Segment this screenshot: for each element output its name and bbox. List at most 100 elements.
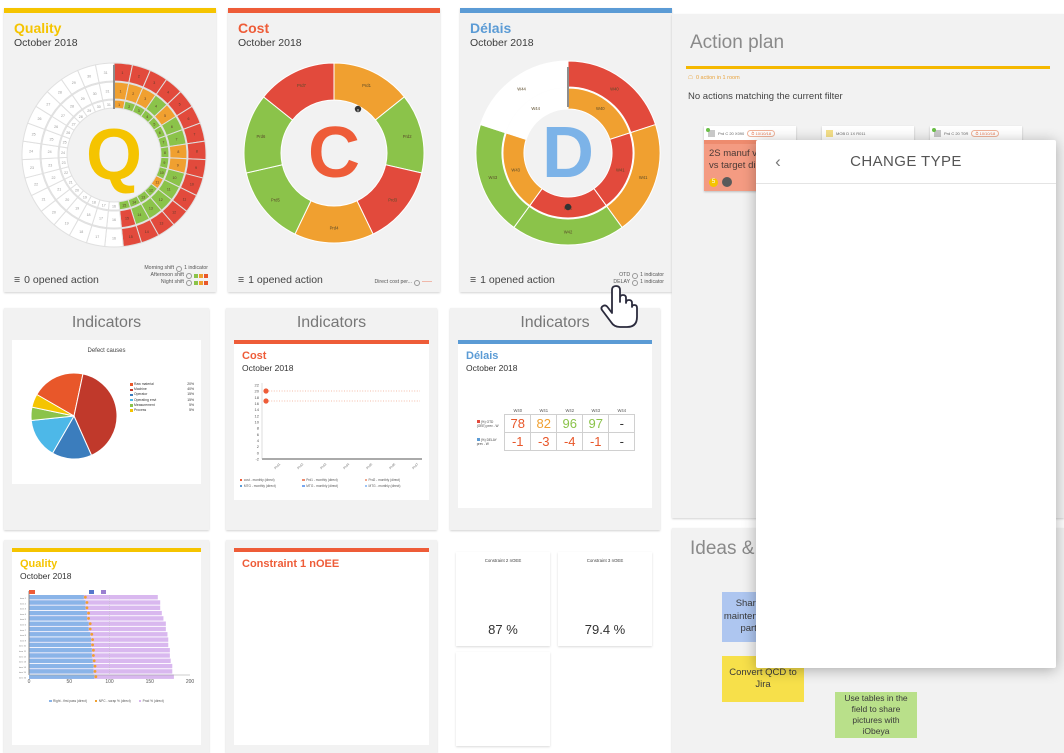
- svg-text:4: 4: [167, 91, 169, 95]
- indicator-icon: [186, 272, 192, 279]
- legend-item: Process 5%: [130, 408, 194, 413]
- delais-table-chart[interactable]: Délais October 2018 W40 W41 W42 W43 W44 (%) O…: [458, 340, 652, 508]
- svg-text:Prd6: Prd6: [388, 462, 396, 470]
- cost-radial-chart[interactable]: Prd1 Prd2 Prd3 Prd4 Prd5 Prd6 Prd7 0 C: [238, 57, 430, 249]
- indicator-icon: [414, 279, 420, 286]
- indicators-delais-card[interactable]: Indicators Délais October 2018 W40 W41 W42…: [450, 308, 660, 530]
- legend-item: Direct cost per... ——: [374, 279, 432, 286]
- svg-text:14: 14: [145, 230, 149, 234]
- svg-text:29: 29: [87, 109, 91, 113]
- svg-text:Prd2: Prd2: [296, 462, 304, 470]
- gauge-card-2[interactable]: Constraint 3 nOEE 79.4 %: [558, 552, 652, 646]
- svg-text:0: 0: [28, 679, 31, 685]
- delais-radial-chart[interactable]: W40W41W42W43W44 W40W41W42W43W44 D: [470, 55, 666, 251]
- line-chart-legend: cost - monthly (direct) Prd1 - monthly (d…: [234, 476, 429, 490]
- mini-card-subtitle: October 2018: [466, 363, 518, 373]
- legend-item: Prd2 - monthly (direct): [364, 478, 423, 482]
- hbar-chart-svg: item 1 item 2 item 3 item 4 item 5 item 6 item…: [19, 590, 194, 685]
- sticky-note-text: Convert QCD to Jira: [729, 666, 797, 691]
- gauge-value: 87 %: [488, 622, 518, 637]
- quality-bar-card[interactable]: Quality October 2018 item 1 item 2 item 3i…: [4, 540, 209, 753]
- quality-kpi-card[interactable]: Quality October 2018 1 2 3 4 5 6 7 8 9 10 11 12 13 14…: [4, 8, 216, 292]
- svg-text:Prd1: Prd1: [362, 83, 372, 88]
- legend-swatches: [194, 273, 208, 278]
- gauge-card-1[interactable]: Constraint 2 nOEE 87 %: [456, 552, 550, 646]
- table-column-header: W43: [591, 408, 601, 413]
- action-card-code: MOB D 1X R011: [836, 130, 866, 136]
- chevron-left-icon[interactable]: ‹: [756, 153, 800, 170]
- svg-text:item 14: item 14: [19, 666, 27, 669]
- legend-item: NPC - scrap % (direct): [94, 699, 131, 703]
- defect-causes-chart[interactable]: Defect causes Raw material 20% Machine 40% O…: [12, 340, 201, 484]
- list-icon: ≡: [470, 274, 477, 286]
- gauge-card-3[interactable]: [456, 652, 550, 746]
- svg-text:200: 200: [186, 679, 194, 685]
- legend-item: Prod % (direct): [138, 699, 164, 703]
- pie-legend: Raw material 20% Machine 40% Operator 15% Oper…: [130, 382, 194, 413]
- gauge-svg-2: [558, 563, 652, 617]
- hbar-legend: Right - first pass (direct) NPC - scrap %…: [12, 698, 201, 703]
- svg-text:22: 22: [255, 383, 260, 388]
- svg-text:14: 14: [137, 213, 141, 217]
- svg-text:50: 50: [66, 679, 72, 685]
- svg-text:1: 1: [121, 71, 123, 75]
- legend-swatches: [194, 280, 208, 285]
- svg-text:19: 19: [65, 222, 69, 226]
- table-cell: -: [608, 414, 636, 433]
- cost-line-chart[interactable]: Cost October 2018 22 20 18 16 14 12 10 8 6 4 2 0 -2 …: [234, 340, 429, 500]
- table-cell: 97: [582, 414, 610, 433]
- svg-text:1: 1: [118, 103, 120, 107]
- svg-text:31: 31: [107, 103, 111, 107]
- svg-text:item 13: item 13: [19, 661, 27, 664]
- svg-text:item 10: item 10: [19, 645, 27, 648]
- cost-table-card[interactable]: Constraint 1 nOEE: [226, 540, 437, 753]
- svg-text:18: 18: [79, 230, 83, 234]
- legend-sparkline: ——: [422, 279, 432, 285]
- svg-text:item 4: item 4: [20, 613, 27, 616]
- indicators-quality-card[interactable]: Indicators Defect causes Raw material 20%…: [4, 308, 209, 530]
- quality-radial-chart[interactable]: 1 2 3 4 5 6 7 8 9 10 11 12 13 14 15 16 17 18 19 20 21 22 23 24 2…: [14, 55, 214, 255]
- quality-opened-action[interactable]: ≡ 0 opened action: [14, 274, 99, 286]
- delais-opened-action[interactable]: ≡ 1 opened action: [470, 274, 555, 286]
- indicator-icon: [176, 265, 183, 272]
- indicators-title: Indicators: [71, 314, 142, 331]
- svg-text:19: 19: [75, 206, 79, 210]
- svg-text:Prd3: Prd3: [319, 462, 327, 470]
- svg-text:18: 18: [92, 200, 96, 204]
- sticky-note-3[interactable]: Use tables in the field to share picture…: [835, 692, 917, 738]
- indicator-icon: [632, 279, 639, 286]
- action-plan-empty-message: No actions matching the current filter: [688, 91, 843, 102]
- svg-text:13: 13: [159, 222, 163, 226]
- svg-text:6: 6: [257, 432, 260, 437]
- change-type-popup[interactable]: ‹ CHANGE TYPE: [756, 140, 1056, 668]
- quality-bar-inner[interactable]: Quality October 2018 item 1 item 2 item 3i…: [12, 548, 201, 745]
- gauge-title: Constraint 3 nOEE: [586, 558, 624, 563]
- delais-data-table: W40 W41 W42 W43 W44 (%) OTD (OEE) prev - W 78 8…: [475, 407, 636, 451]
- table-row: (%) DELAY prev - W -1 -3 -4 -1-: [475, 432, 636, 451]
- svg-text:item 7: item 7: [20, 629, 27, 632]
- table-cell: -4: [556, 432, 584, 451]
- svg-text:100: 100: [105, 679, 114, 685]
- list-icon: ≡: [14, 274, 21, 286]
- svg-text:Prd3: Prd3: [388, 197, 398, 202]
- legend-item: Night shift: [144, 279, 208, 286]
- table-cell: 96: [556, 414, 584, 433]
- indicators-cost-card[interactable]: Indicators Cost October 2018 22 20 18 16 14 1…: [226, 308, 437, 530]
- action-plan-title: Action plan: [690, 32, 785, 53]
- svg-text:14: 14: [255, 407, 260, 412]
- svg-text:item 1: item 1: [20, 597, 27, 600]
- cost-table-inner[interactable]: Constraint 1 nOEE: [234, 548, 429, 745]
- cost-kpi-card[interactable]: Cost October 2018 Prd1 Prd2 Prd3 Prd4 Prd5 Pr…: [228, 8, 440, 292]
- action-card-header: Prd C 20 X090 ⏱ 10/10/18: [704, 126, 796, 140]
- cost-opened-action[interactable]: ≡ 1 opened action: [238, 274, 323, 286]
- cost-letter: C: [308, 113, 360, 193]
- svg-text:15: 15: [125, 217, 129, 221]
- svg-text:18: 18: [87, 213, 91, 217]
- svg-text:Prd7: Prd7: [411, 462, 419, 470]
- gauge-title: Constraint 2 nOEE: [484, 558, 522, 563]
- delais-kpi-card[interactable]: Délais October 2018 W40 W41 W42 W43 W44 W40 W…: [460, 8, 672, 292]
- action-card-code: Prd C 20 X090: [718, 130, 745, 136]
- mini-card-title: Délais: [466, 350, 499, 362]
- svg-text:17: 17: [95, 235, 99, 239]
- svg-text:0: 0: [257, 450, 260, 455]
